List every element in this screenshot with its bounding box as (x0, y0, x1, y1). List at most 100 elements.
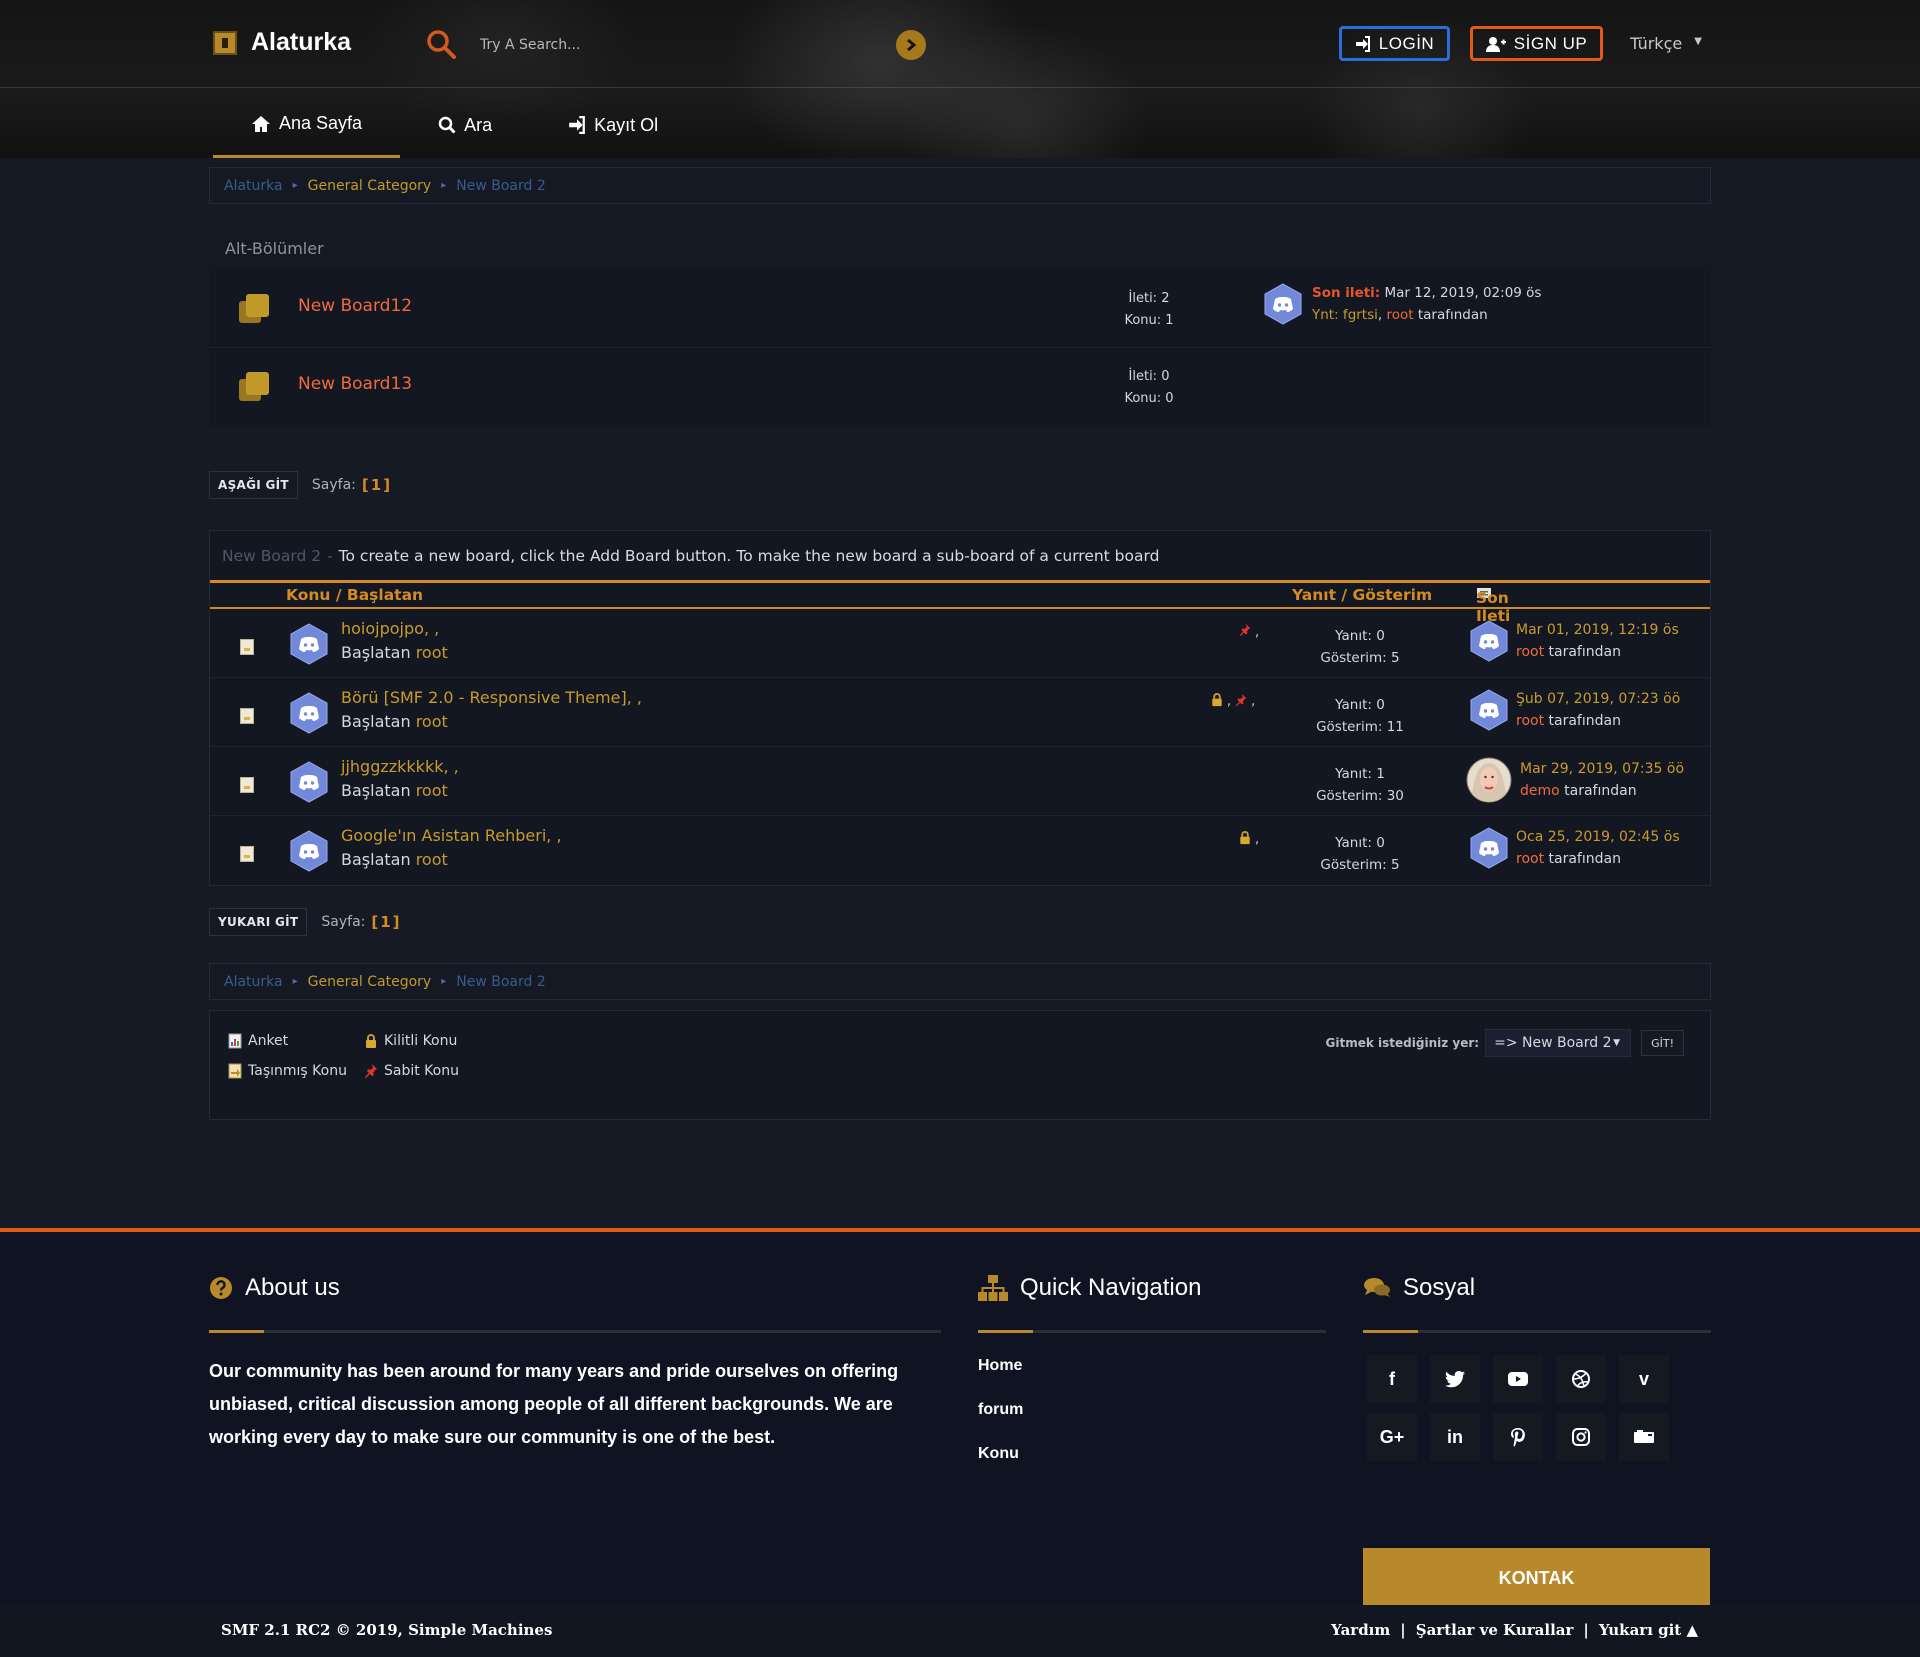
about-text: Our community has been around for many y… (209, 1361, 899, 1447)
starter-user-link[interactable]: root (416, 712, 448, 731)
login-button[interactable]: LOGİN (1339, 26, 1450, 61)
terms-link[interactable]: Şartlar ve Kurallar (1416, 1621, 1574, 1639)
copyright[interactable]: SMF 2.1 RC2 © 2019, Simple Machines (221, 1621, 552, 1639)
last-post-user-link[interactable]: demo (1520, 783, 1560, 799)
avatar[interactable] (290, 623, 328, 665)
last-post-date-link[interactable]: Oca 25, 2019, 02:45 ös (1516, 829, 1680, 845)
topic-title-link[interactable]: hoiojpojpo, , (341, 619, 439, 638)
legend-locked: Kilitli Konu (364, 1033, 457, 1049)
breadcrumb-separator-icon: ▸ (292, 180, 298, 191)
last-post-date-link[interactable]: Mar 01, 2019, 12:19 ös (1516, 622, 1679, 638)
starter-user-link[interactable]: root (416, 850, 448, 869)
youtube-icon[interactable] (1493, 1355, 1543, 1403)
topic-views: Gösterim: 30 (1316, 788, 1404, 804)
avatar[interactable] (1264, 283, 1302, 325)
twitter-icon[interactable] (1430, 1355, 1480, 1403)
search-icon[interactable] (425, 28, 457, 60)
col-subject[interactable]: Konu / Başlatan (286, 586, 423, 604)
avatar[interactable] (1470, 620, 1508, 662)
nav-item-search[interactable]: Ara (400, 100, 530, 150)
avatar[interactable] (1470, 689, 1508, 731)
pinterest-icon[interactable] (1493, 1413, 1543, 1461)
last-post-date-link[interactable]: Mar 29, 2019, 07:35 öö (1520, 761, 1684, 777)
page-number[interactable]: [1] (371, 913, 401, 931)
avatar[interactable] (290, 830, 328, 872)
topic-title-link[interactable]: jjhggzzkkkkk, , (341, 757, 459, 776)
board-description: New Board 2 - To create a new board, cli… (210, 531, 1710, 583)
dribbble-icon[interactable] (1556, 1355, 1606, 1403)
last-post-topic-link[interactable]: Ynt: fgrtsi (1312, 307, 1378, 323)
board-name-link[interactable]: New Board13 (298, 374, 412, 394)
footer-bottom-links: Yardım | Şartlar ve Kurallar | Yukarı gi… (1331, 1621, 1698, 1639)
contact-button[interactable]: KONTAK (1363, 1548, 1710, 1608)
link-separator: | (1583, 1621, 1589, 1639)
home-icon (252, 115, 270, 132)
last-post-user-link[interactable]: root (1516, 851, 1544, 867)
subboards-title: Alt-Bölümler (209, 226, 1711, 270)
google-plus-icon[interactable]: G+ (1367, 1413, 1417, 1461)
user-plus-icon (1485, 36, 1506, 52)
subboard-row: New Board12 İleti: 2 Konu: 1 Son ileti: … (209, 270, 1711, 348)
starter-user-link[interactable]: root (416, 643, 448, 662)
facebook-icon[interactable]: f (1367, 1355, 1417, 1403)
avatar[interactable] (1466, 757, 1512, 803)
instagram-icon[interactable] (1556, 1413, 1606, 1461)
footer-quick-navigation: Quick Navigation Home forum Konu (978, 1268, 1326, 1489)
nav-label: Ana Sayfa (279, 113, 363, 133)
avatar[interactable] (290, 692, 328, 734)
main-nav: Ana Sayfa Ara Kayıt Ol (213, 100, 696, 158)
last-post-user-link[interactable]: root (1516, 644, 1544, 660)
jump-go-button[interactable]: GİT! (1641, 1030, 1684, 1056)
nav-item-register[interactable]: Kayıt Ol (530, 100, 696, 150)
nav-label: Ara (464, 114, 493, 135)
breadcrumb-category[interactable]: General Category (308, 974, 432, 990)
language-select[interactable]: Türkçe ▼ (1620, 26, 1712, 61)
topic-replies: Yanıt: 0 (1335, 835, 1385, 851)
breadcrumb-root[interactable]: Alaturka (224, 178, 283, 194)
jump-to-select[interactable]: => New Board 2 ▼ (1485, 1029, 1632, 1057)
jump-to: Gitmek istediğiniz yer: => New Board 2 ▼… (1326, 1029, 1684, 1057)
comments-icon (1364, 1278, 1390, 1297)
topic-starter: Başlatan root (341, 712, 448, 731)
vimeo-icon[interactable]: v (1619, 1355, 1669, 1403)
page-label: Sayfa: (311, 477, 356, 493)
footer-link-forum[interactable]: forum (978, 1401, 1326, 1445)
last-post-user-link[interactable]: root (1386, 307, 1413, 323)
breadcrumb-category[interactable]: General Category (308, 178, 432, 194)
footer-link-konu[interactable]: Konu (978, 1445, 1326, 1489)
go-down-button[interactable]: AŞAĞI GİT (209, 471, 298, 499)
breadcrumb-current[interactable]: New Board 2 (456, 974, 546, 990)
topic-last-post: Oca 25, 2019, 02:45 ös root tarafından (1470, 826, 1680, 870)
board-name-link[interactable]: New Board12 (298, 296, 412, 316)
site-logo[interactable]: Alaturka (213, 28, 351, 57)
board-topics: Konu: 1 (1124, 313, 1174, 328)
go-up-button[interactable]: YUKARI GİT (209, 908, 308, 936)
topic-title-link[interactable]: Börü [SMF 2.0 - Responsive Theme], , (341, 688, 642, 707)
linkedin-icon[interactable]: in (1430, 1413, 1480, 1461)
help-link[interactable]: Yardım (1331, 1621, 1390, 1639)
breadcrumb-current[interactable]: New Board 2 (456, 178, 546, 194)
topic-status-icons: , (1238, 623, 1259, 641)
starter-user-link[interactable]: root (416, 781, 448, 800)
avatar[interactable] (290, 761, 328, 803)
moved-icon (228, 1063, 242, 1079)
footer-link-home[interactable]: Home (978, 1357, 1326, 1401)
flickr-icon[interactable] (1619, 1413, 1669, 1461)
col-last-post[interactable]: Son İleti (1476, 586, 1510, 625)
last-post-date: Mar 12, 2019, 02:09 ös (1384, 285, 1542, 301)
col-replies[interactable]: Yanıt / Gösterim (1292, 586, 1432, 604)
page-number[interactable]: [1] (362, 476, 392, 494)
search-submit-icon[interactable] (896, 30, 926, 60)
nav-item-home[interactable]: Ana Sayfa (213, 100, 401, 158)
avatar[interactable] (1470, 827, 1508, 869)
breadcrumb-root[interactable]: Alaturka (224, 974, 283, 990)
board-posts: İleti: 2 (1128, 291, 1170, 306)
last-post-user-link[interactable]: root (1516, 713, 1544, 729)
signup-button[interactable]: SİGN UP (1470, 26, 1603, 61)
breadcrumb-separator-icon: ▸ (441, 180, 447, 191)
topic-title-link[interactable]: Google'ın Asistan Rehberi, , (341, 826, 562, 845)
search-input[interactable] (480, 34, 880, 56)
back-to-top-link[interactable]: Yukarı git ▲ (1599, 1621, 1698, 1639)
board-last-post: Son ileti: Mar 12, 2019, 02:09 ös Ynt: f… (1264, 282, 1541, 326)
last-post-date-link[interactable]: Şub 07, 2019, 07:23 öö (1516, 691, 1680, 707)
